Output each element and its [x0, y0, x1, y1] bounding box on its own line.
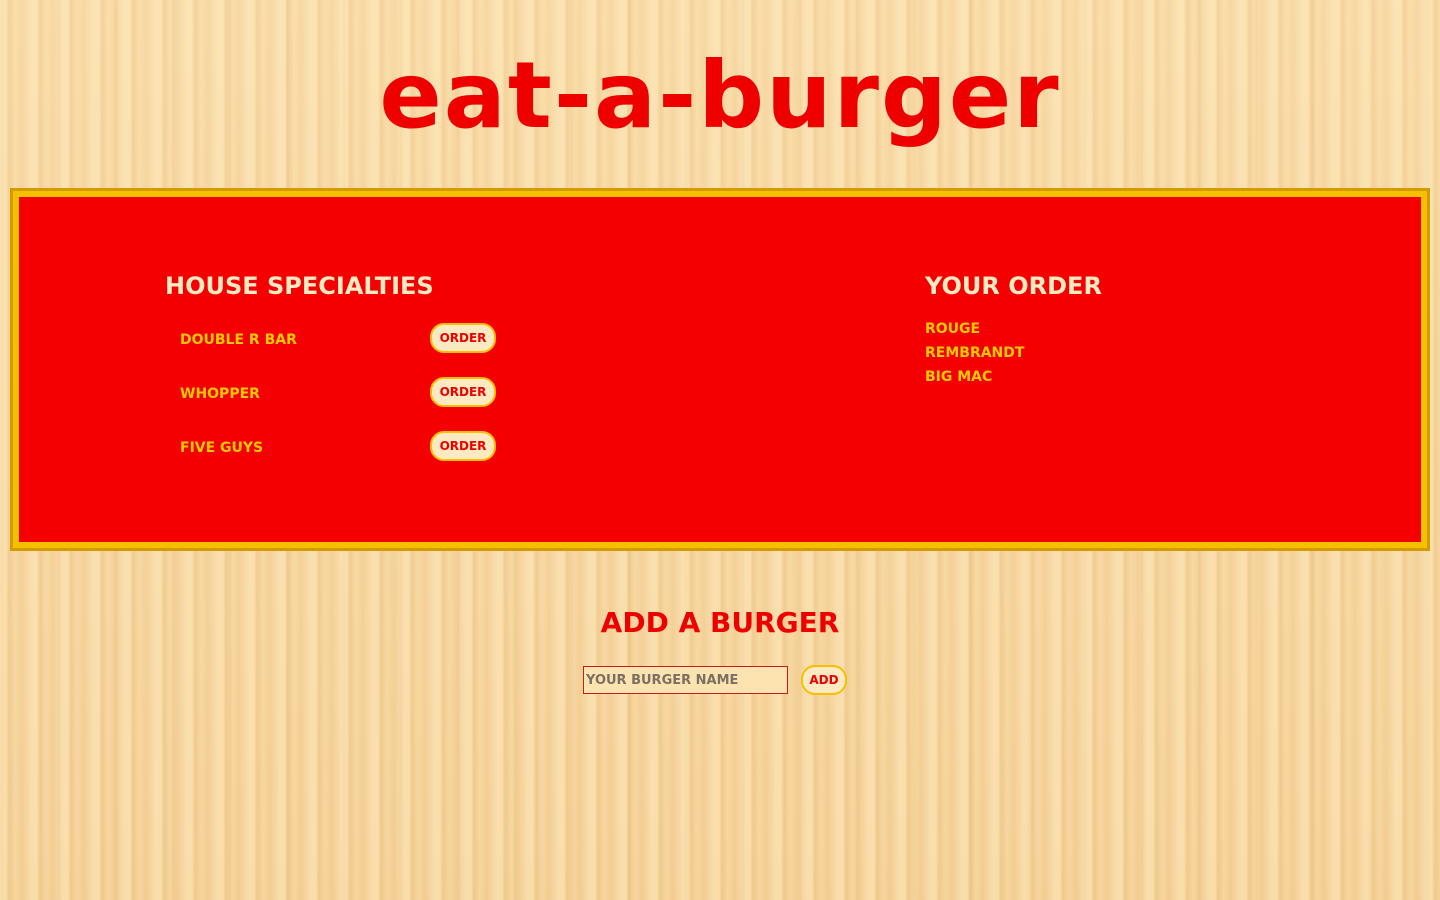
list-item: Double R Bar Order: [180, 323, 500, 377]
order-item: Big Mac: [925, 369, 993, 385]
menu-board: House Specialties Double R Bar Order Who…: [10, 188, 1430, 551]
add-burger-heading: Add a Burger: [600, 606, 840, 639]
order-list: Rouge Rembrandt Big Mac: [925, 317, 1024, 389]
specialties-list: Double R Bar Order Whopper Order Five Gu…: [180, 323, 500, 485]
burger-name: Double R Bar: [180, 332, 297, 348]
site-title: eat-a-burger: [379, 42, 1061, 149]
add-button[interactable]: Add: [801, 665, 847, 695]
list-item: Five Guys Order: [180, 431, 500, 485]
order-item: Rouge: [925, 321, 981, 337]
order-item: Rembrandt: [925, 345, 1025, 361]
burger-name-input[interactable]: [583, 666, 788, 694]
order-button[interactable]: Order: [430, 377, 496, 407]
house-specialties-heading: House Specialties: [165, 272, 434, 300]
burger-name: Whopper: [180, 386, 260, 402]
your-order-heading: Your Order: [925, 272, 1102, 300]
burger-name: Five Guys: [180, 440, 264, 456]
list-item: Whopper Order: [180, 377, 500, 431]
order-button[interactable]: Order: [430, 323, 496, 353]
order-button[interactable]: Order: [430, 431, 496, 461]
